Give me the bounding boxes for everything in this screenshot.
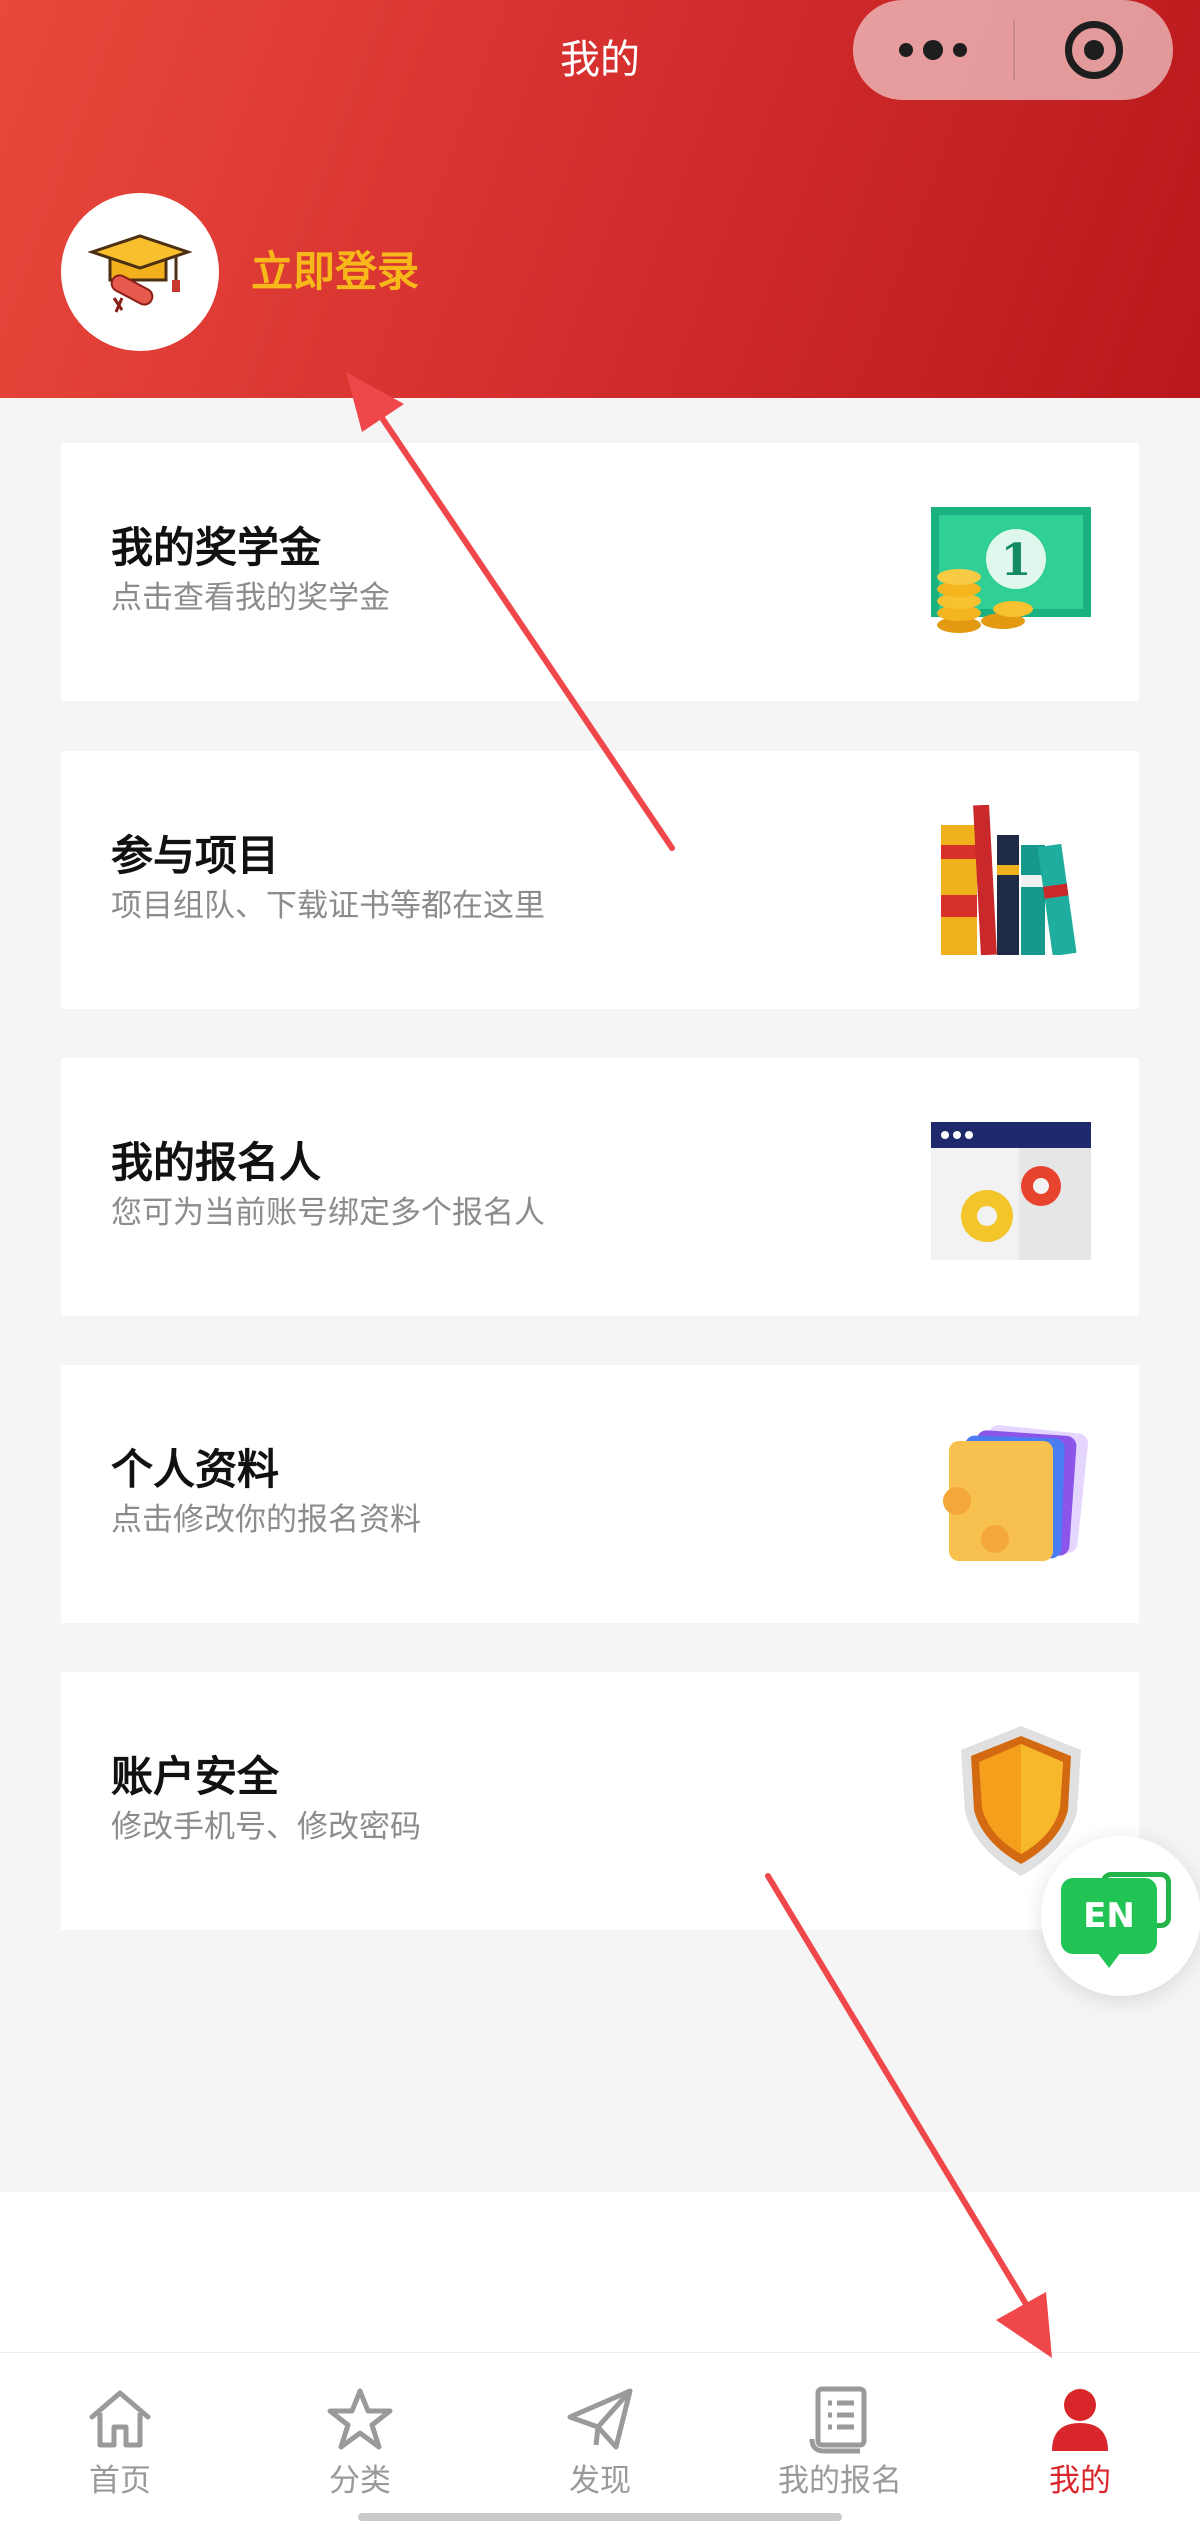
more-dot-icon — [923, 40, 943, 60]
shield-icon — [961, 1726, 1081, 1876]
star-icon — [327, 2388, 393, 2450]
tab-label: 我的 — [1049, 2463, 1111, 2499]
more-dot-icon — [899, 43, 913, 57]
document-icon — [809, 2386, 867, 2454]
menu-card-projects[interactable]: 参与项目 项目组队、下载证书等都在这里 — [61, 751, 1139, 1009]
home-indicator — [358, 2513, 842, 2521]
card-subtitle: 项目组队、下载证书等都在这里 — [111, 888, 545, 924]
menu-card-registrants[interactable]: 我的报名人 您可为当前账号绑定多个报名人 — [61, 1058, 1139, 1316]
more-dot-icon — [953, 43, 967, 57]
chat-bubble-tail — [1097, 1952, 1121, 1968]
card-subtitle: 您可为当前账号绑定多个报名人 — [111, 1195, 545, 1231]
tab-my-registrations[interactable]: 我的报名 — [720, 2353, 960, 2524]
tab-category[interactable]: 分类 — [240, 2353, 480, 2524]
money-icon: 1 — [931, 507, 1091, 633]
card-subtitle: 修改手机号、修改密码 — [111, 1809, 421, 1845]
content-bottom-spacer — [0, 2192, 1200, 2352]
tab-label: 发现 — [569, 2463, 631, 2499]
home-icon — [89, 2390, 151, 2448]
card-subtitle: 点击查看我的奖学金 — [111, 580, 390, 616]
cards-icon — [943, 1425, 1089, 1561]
card-title: 账户安全 — [111, 1752, 280, 1801]
card-subtitle: 点击修改你的报名资料 — [111, 1502, 421, 1538]
tab-mine[interactable]: 我的 — [960, 2353, 1200, 2524]
bottom-tab-bar: 首页 分类 发现 我的报名 我的 — [0, 2352, 1200, 2524]
avatar[interactable] — [61, 193, 219, 351]
mini-program-capsule — [853, 0, 1173, 100]
tab-label: 首页 — [89, 2463, 151, 2499]
graduation-cap-icon — [88, 234, 192, 313]
books-icon — [941, 805, 1077, 955]
tab-label: 分类 — [329, 2463, 391, 2499]
more-options-button[interactable] — [853, 0, 1013, 100]
profile-header: 我的 立即登录 — [0, 0, 1200, 398]
paper-plane-icon — [567, 2388, 633, 2450]
svg-text:1: 1 — [1001, 535, 1032, 586]
tab-discover[interactable]: 发现 — [480, 2353, 720, 2524]
tab-home[interactable]: 首页 — [0, 2353, 240, 2524]
menu-card-personal-info[interactable]: 个人资料 点击修改你的报名资料 — [61, 1365, 1139, 1623]
card-title: 我的报名人 — [111, 1138, 322, 1187]
card-title: 个人资料 — [111, 1445, 280, 1494]
menu-card-account-security[interactable]: 账户安全 修改手机号、修改密码 — [61, 1672, 1139, 1930]
close-target-icon — [1065, 21, 1123, 79]
card-title: 我的奖学金 — [111, 523, 322, 572]
card-title: 参与项目 — [111, 831, 280, 880]
settings-window-icon — [931, 1122, 1091, 1260]
language-switch-button[interactable]: EN — [1041, 1836, 1200, 1996]
menu-card-scholarship[interactable]: 我的奖学金 点击查看我的奖学金 1 — [61, 443, 1139, 701]
language-label: EN — [1061, 1878, 1157, 1954]
person-icon — [1052, 2389, 1108, 2451]
login-link[interactable]: 立即登录 — [251, 244, 419, 300]
close-mini-program-button[interactable] — [1015, 0, 1173, 100]
tab-label: 我的报名 — [778, 2463, 902, 2499]
